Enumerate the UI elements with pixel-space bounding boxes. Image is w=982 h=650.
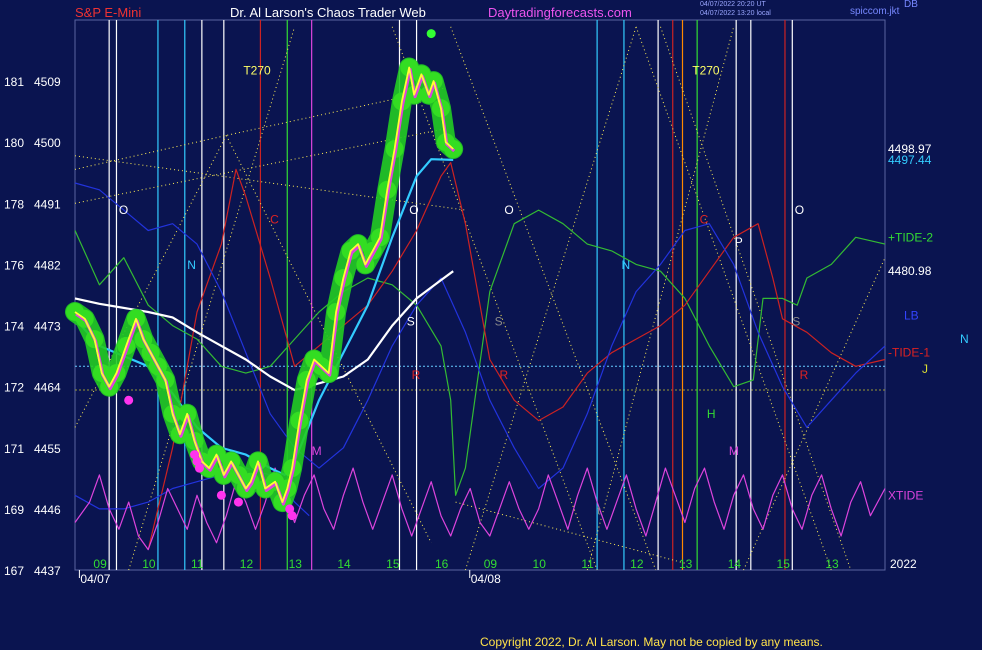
y-tick-price-label: 4473 [34,320,61,334]
y-tick-price-label: 4455 [34,442,61,456]
site-link[interactable]: Daytradingforecasts.com [488,5,632,20]
chart-annotation: S [495,315,503,329]
timestamp-local: 04/07/2022 13:20 local [700,10,771,17]
x-tick-label: 10 [142,557,156,571]
x-tick-label: 15 [777,557,791,571]
y-tick-price-label: 4500 [34,136,61,150]
x-tick-label: 11 [581,557,594,571]
symbol-label: S&P E-Mini [75,5,142,20]
y-tick-price-label: 4491 [34,197,61,211]
chart-annotation: N [622,258,631,272]
right-axis-label: N [960,332,969,346]
turn-marker-dot [233,497,243,507]
y-tick-astro-label: 169 [4,503,24,517]
y-tick-price-label: 4446 [34,503,61,517]
y-tick-astro-label: 167 [4,564,24,578]
chart-annotation: R [412,368,421,382]
y-tick-price-label: 4509 [34,75,61,89]
x-tick-label: 12 [630,557,644,571]
timestamp-ut: 04/07/2022 20:20 UT [700,1,766,8]
y-tick-astro-label: 171 [4,442,24,456]
price-chart: T270 T270O O O OC CN NPS S SR R RHM Mt 181 4509180 45… [0,0,982,650]
chart-annotation: S [407,315,415,329]
year-label: 2022 [890,557,917,571]
right-axis-label: LB [904,308,919,322]
chart-annotation: O [409,203,418,217]
chart-annotation: M [312,444,322,458]
copyright: Copyright 2022, Dr. Al Larson. May not b… [480,635,823,649]
y-tick-astro-label: 178 [4,197,24,211]
chart-annotation: R [500,368,509,382]
chart-annotation: H [707,407,716,421]
chart-annotation: T270 [243,63,271,77]
badge-site: spiccom.jkt [850,6,900,17]
chart-annotation: O [504,203,513,217]
turn-marker-dot [194,463,204,473]
y-tick-astro-label: 181 [4,75,24,89]
x-tick-label: 13 [679,557,693,571]
chart-annotation: M [729,444,739,458]
date-label: 04/07 [80,572,110,586]
right-axis-label: XTIDE [888,488,923,502]
chart-title: Dr. Al Larson's Chaos Trader Web [230,5,426,20]
y-tick-price-label: 4437 [34,564,61,578]
x-tick-label: 14 [728,557,742,571]
chart-annotation: O [119,203,128,217]
turn-marker-dot [426,29,436,39]
turn-marker-dot [124,395,134,405]
y-tick-price-label: 4482 [34,258,61,272]
y-tick-price-label: 4464 [34,381,61,395]
badge-top: DB [904,0,918,10]
turn-marker-dot [216,490,226,500]
x-tick-label: 14 [337,557,351,571]
y-tick-astro-label: 172 [4,381,24,395]
y-tick-astro-label: 174 [4,320,24,334]
right-axis-label: 4497.44 [888,153,932,167]
chart-annotation: C [270,213,279,227]
right-axis-label: 4480.98 [888,264,932,278]
x-tick-label: 10 [533,557,547,571]
date-label: 04/08 [471,572,501,586]
x-tick-label: 13 [825,557,839,571]
chart-annotation: S [792,315,800,329]
x-tick-label: 15 [386,557,400,571]
x-tick-label: 11 [191,557,204,571]
x-tick-label: 09 [93,557,107,571]
right-axis-label: J [922,362,928,376]
chart-annotation: T270 [692,63,720,77]
chart-annotation: R [800,368,809,382]
y-tick-astro-label: 180 [4,136,24,150]
chart-annotation: N [187,258,196,272]
right-axis-label: -TIDE-1 [888,346,930,360]
turn-marker-dot [287,511,297,521]
right-axis-label: +TIDE-2 [888,230,933,244]
chart-annotation: C [700,213,709,227]
x-tick-label: 09 [484,557,498,571]
x-tick-label: 12 [240,557,254,571]
chart-annotation: O [795,203,804,217]
chart-annotation: P [735,235,743,249]
x-tick-label: 13 [289,557,303,571]
x-tick-label: 16 [435,557,449,571]
y-tick-astro-label: 176 [4,258,24,272]
